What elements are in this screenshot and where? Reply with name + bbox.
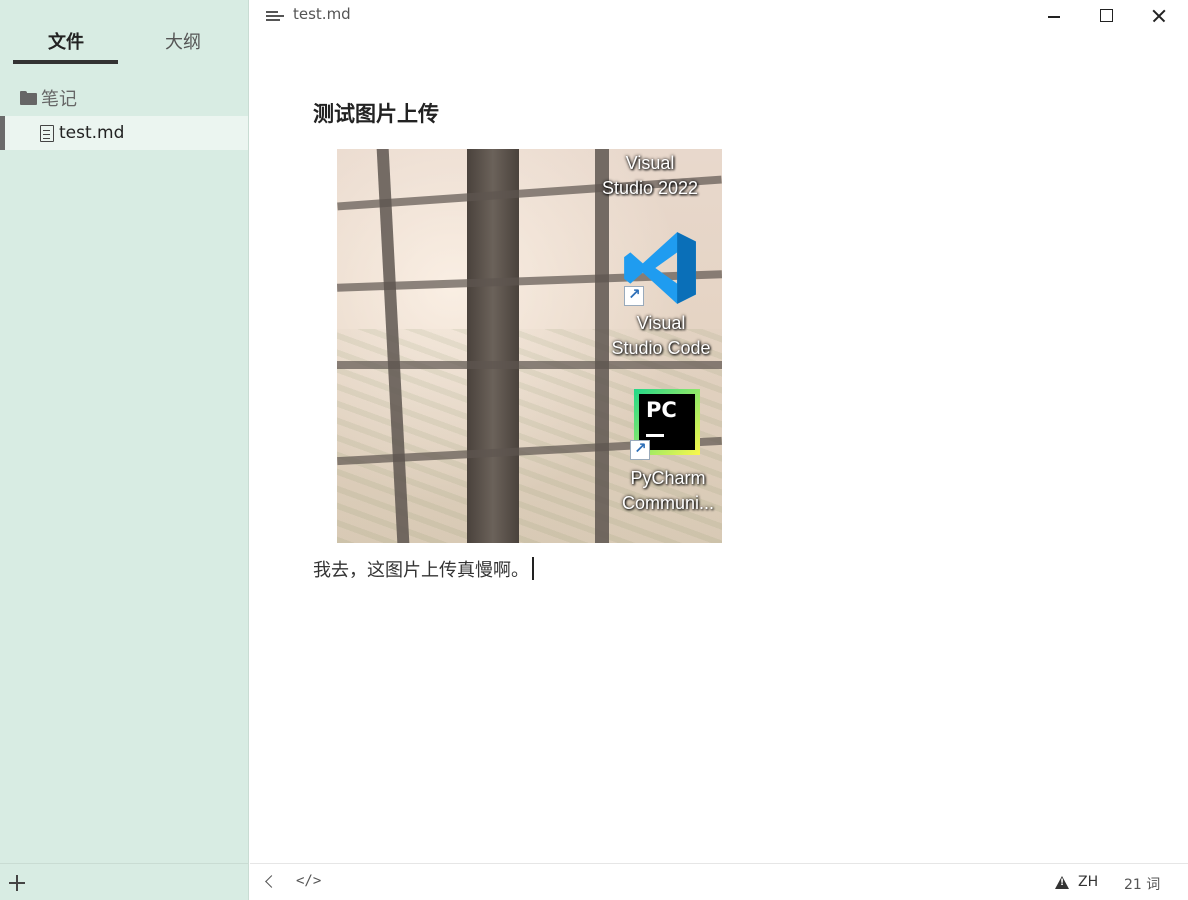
document-heading: 测试图片上传 xyxy=(313,102,439,126)
close-icon[interactable] xyxy=(1134,0,1184,32)
pycharm-icon-dash xyxy=(646,434,664,437)
document-title: test.md xyxy=(293,5,351,23)
shortcut-arrow-icon xyxy=(624,285,644,306)
shortcut-arrow-icon xyxy=(630,439,650,460)
status-bar: </> ZH 21 词 xyxy=(250,863,1188,900)
desktop-label-vscode: Visual Studio Code xyxy=(601,311,721,361)
maximize-icon[interactable] xyxy=(1081,0,1131,32)
desktop-label-line: Studio Code xyxy=(611,338,711,358)
desktop-label-line: Visual xyxy=(636,313,686,333)
sidebar: 文件 大纲 笔记 test.md xyxy=(0,0,249,900)
active-file-indicator xyxy=(0,116,5,150)
window-frame xyxy=(337,361,722,369)
warning-icon[interactable] xyxy=(1055,876,1069,889)
source-code-toggle[interactable]: </> xyxy=(296,873,321,889)
desktop-label-vs2022: Visual Studio 2022 xyxy=(590,151,710,201)
chevron-left-icon[interactable] xyxy=(262,874,278,890)
desktop-label-line: Visual xyxy=(625,153,675,173)
active-tab-indicator xyxy=(13,60,118,64)
desktop-label-line: Communi... xyxy=(621,493,715,513)
document-paragraph[interactable]: 我去，这图片上传真慢啊。 xyxy=(313,556,534,582)
text-cursor xyxy=(532,557,534,580)
tab-outline[interactable]: 大纲 xyxy=(165,28,201,54)
plus-icon[interactable] xyxy=(8,874,26,892)
desktop-label-pycharm: PyCharm Communi... xyxy=(608,466,722,516)
pycharm-icon-text: PC xyxy=(646,398,677,422)
word-count[interactable]: 21 词 xyxy=(1124,874,1160,894)
folder-label: 笔记 xyxy=(41,89,77,110)
title-bar: test.md xyxy=(250,0,1188,32)
file-icon xyxy=(40,124,54,142)
window-frame xyxy=(467,149,519,543)
desktop-label-line: Studio 2022 xyxy=(601,178,699,198)
sidebar-footer xyxy=(0,863,248,900)
tab-files[interactable]: 文件 xyxy=(48,28,84,54)
menu-icon[interactable] xyxy=(266,9,284,23)
language-indicator[interactable]: ZH xyxy=(1078,874,1098,890)
sidebar-tabs: 文件 大纲 xyxy=(0,0,249,66)
file-item-test-md[interactable]: test.md xyxy=(0,116,248,150)
embedded-image[interactable]: Visual Studio 2022 Visual Studio Code PC… xyxy=(337,149,722,543)
file-label: test.md xyxy=(59,123,125,143)
paragraph-text: 我去，这图片上传真慢啊。 xyxy=(313,560,529,581)
minimize-icon[interactable] xyxy=(1029,0,1079,32)
folder-icon xyxy=(20,91,37,105)
folder-item-notes[interactable]: 笔记 xyxy=(0,84,248,112)
desktop-label-line: PyCharm xyxy=(630,468,706,488)
editor[interactable]: 测试图片上传 Visual Studio 2022 Visual Studio … xyxy=(250,32,1188,862)
